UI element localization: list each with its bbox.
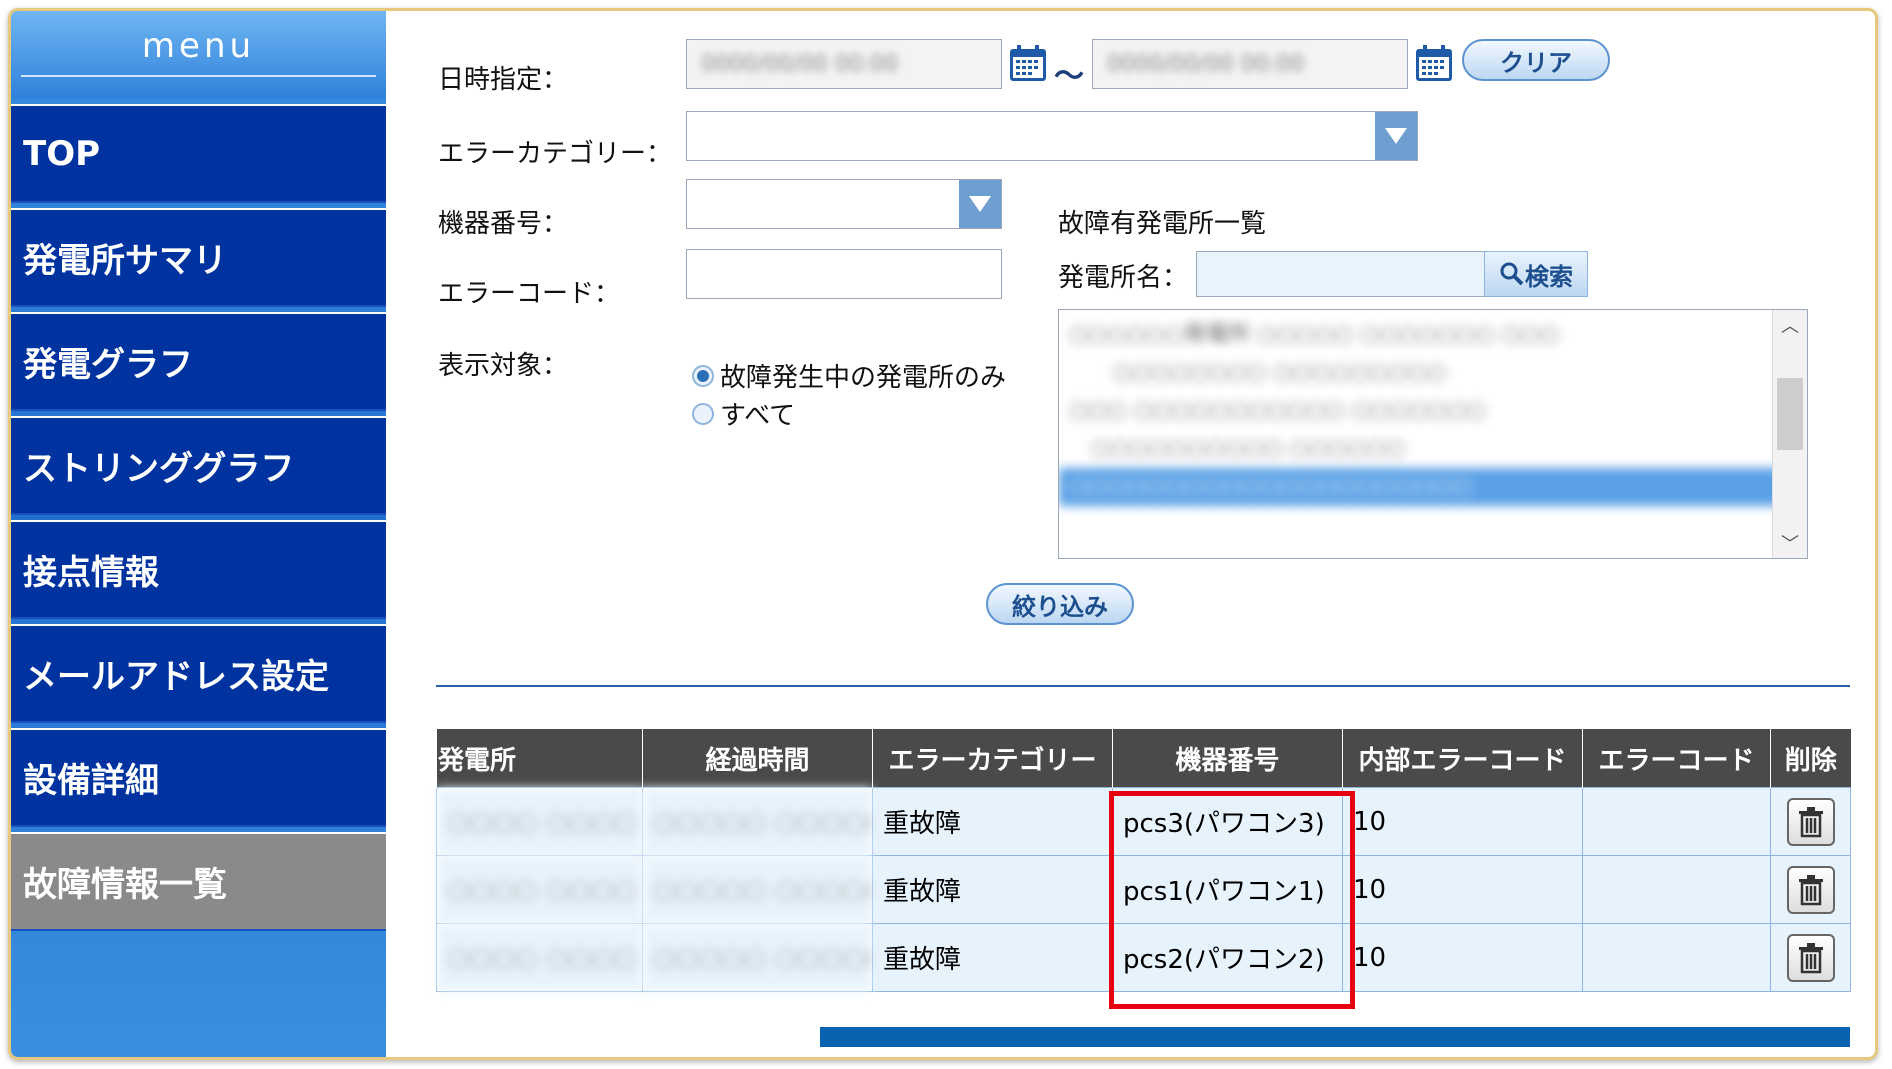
display-target-label: 表示対象： xyxy=(438,351,569,381)
calendar-icon[interactable] xyxy=(1414,43,1454,83)
error-code-label: エラーコード： xyxy=(438,279,621,309)
chevron-down-icon[interactable]: ﹀ xyxy=(1773,528,1807,558)
list-item[interactable]: ○○○ ○○○○○○○○○○○ ○○○○○○○ xyxy=(1059,392,1807,430)
col-header-internal-code: 内部エラーコード xyxy=(1342,729,1583,788)
radio-all[interactable]: すべて xyxy=(692,395,795,432)
search-label: 検索 xyxy=(1525,262,1573,291)
col-header-delete: 削除 xyxy=(1770,729,1851,788)
list-item[interactable]: ○○○○○○○○○○ ○○○○○○ xyxy=(1059,430,1807,468)
date-from-input[interactable]: 0000/00/00 00:00 xyxy=(686,39,1002,89)
sidebar-item-top[interactable]: TOP xyxy=(11,104,386,203)
trash-icon[interactable] xyxy=(1786,933,1835,982)
narrow-button[interactable]: 絞り込み xyxy=(986,583,1134,625)
internal-code-cell: 10 xyxy=(1342,855,1583,924)
scrollbar-thumb[interactable] xyxy=(1777,378,1803,450)
category-cell: 重故障 xyxy=(872,855,1113,924)
sidebar-item-string-graph[interactable]: ストリンググラフ xyxy=(11,416,386,515)
category-select[interactable] xyxy=(686,111,1418,161)
radio-label: 故障発生中の発電所のみ xyxy=(720,363,1007,393)
calendar-icon[interactable] xyxy=(1008,43,1048,83)
chevron-down-icon xyxy=(1375,112,1417,160)
fault-plant-list-label: 故障有発電所一覧 xyxy=(1058,209,1267,239)
search-icon xyxy=(1500,262,1524,286)
delete-cell xyxy=(1770,855,1851,924)
radio-label: すべて xyxy=(720,401,796,431)
category-cell: 重故障 xyxy=(872,923,1113,992)
date-to-input[interactable]: 0000/00/00 00:00 xyxy=(1092,39,1408,89)
list-item[interactable]: ○○○○○○○○ ○○○○○○○○○ xyxy=(1059,354,1807,392)
horizontal-scrollbar[interactable] xyxy=(820,1027,1850,1047)
sidebar-item-generation-graph[interactable]: 発電グラフ xyxy=(11,312,386,411)
search-button[interactable]: 検索 xyxy=(1484,251,1588,297)
error-code-cell xyxy=(1582,855,1771,924)
elapsed-cell: ○○○○○ ○○○○○ xyxy=(642,855,873,924)
plant-cell: ○○○○ ○○○○ xyxy=(436,923,643,992)
radio-faulty-only[interactable]: 故障発生中の発電所のみ xyxy=(692,357,1006,394)
listbox-scrollbar[interactable]: ︿ ﹀ xyxy=(1772,310,1807,558)
main-content: 日時指定： 0000/00/00 00:00 ～ 0000/00/00 00:0… xyxy=(386,11,1875,1057)
list-item[interactable]: ○○○○○○発電所 ○○○○○ ○○○○○○○ ○○○ xyxy=(1059,316,1807,354)
menu-header: menu xyxy=(11,11,386,99)
error-code-cell xyxy=(1582,787,1771,856)
elapsed-cell: ○○○○○ ○○○○○ xyxy=(642,787,873,856)
col-header-plant: 発電所 xyxy=(436,729,643,788)
radio-dot[interactable] xyxy=(692,402,714,425)
date-separator: ～ xyxy=(1054,59,1084,94)
col-header-device: 機器番号 xyxy=(1112,729,1343,788)
list-item-selected[interactable]: ○○○○○○○○○○○○○○○○○○○○○ xyxy=(1059,468,1807,506)
device-label: 機器番号： xyxy=(438,209,569,239)
internal-code-cell: 10 xyxy=(1342,787,1583,856)
device-column-highlight xyxy=(1109,791,1355,1009)
col-header-elapsed: 経過時間 xyxy=(642,729,873,788)
radio-dot[interactable] xyxy=(692,364,714,387)
plant-name-label: 発電所名： xyxy=(1058,263,1189,293)
nav-list: TOP 発電所サマリ 発電グラフ ストリンググラフ 接点情報 メールアドレス設定… xyxy=(11,104,386,931)
delete-cell xyxy=(1770,923,1851,992)
category-label: エラーカテゴリー： xyxy=(438,139,673,169)
plant-cell: ○○○○ ○○○○ xyxy=(436,787,643,856)
sidebar: menu TOP 発電所サマリ 発電グラフ ストリンググラフ 接点情報 メールア… xyxy=(11,11,386,1057)
delete-cell xyxy=(1770,787,1851,856)
col-header-error-code: エラーコード xyxy=(1582,729,1771,788)
divider xyxy=(436,685,1850,687)
device-select[interactable] xyxy=(686,179,1002,229)
chevron-up-icon[interactable]: ︿ xyxy=(1773,310,1807,340)
error-code-cell xyxy=(1582,923,1771,992)
chevron-down-icon xyxy=(959,180,1001,228)
category-cell: 重故障 xyxy=(872,787,1113,856)
clear-button[interactable]: クリア xyxy=(1462,39,1610,81)
internal-code-cell: 10 xyxy=(1342,923,1583,992)
sidebar-item-plant-summary[interactable]: 発電所サマリ xyxy=(11,208,386,307)
trash-icon[interactable] xyxy=(1786,797,1835,846)
date-label: 日時指定： xyxy=(438,65,569,95)
plant-cell: ○○○○ ○○○○ xyxy=(436,855,643,924)
col-header-category: エラーカテゴリー xyxy=(872,729,1113,788)
app-frame: menu TOP 発電所サマリ 発電グラフ ストリンググラフ 接点情報 メールア… xyxy=(8,8,1878,1060)
trash-icon[interactable] xyxy=(1786,865,1835,914)
plant-name-input[interactable] xyxy=(1196,251,1486,297)
sidebar-item-contact-info[interactable]: 接点情報 xyxy=(11,520,386,619)
table-header-row: 発電所 経過時間 エラーカテゴリー 機器番号 内部エラーコード エラーコード 削… xyxy=(436,729,1851,788)
fault-plant-listbox[interactable]: ○○○○○○発電所 ○○○○○ ○○○○○○○ ○○○ ○○○○○○○○ ○○○… xyxy=(1058,309,1808,559)
error-code-input[interactable] xyxy=(686,249,1002,299)
sidebar-item-email-settings[interactable]: メールアドレス設定 xyxy=(11,624,386,723)
sidebar-item-fault-list[interactable]: 故障情報一覧 xyxy=(11,832,386,931)
sidebar-item-equipment-details[interactable]: 設備詳細 xyxy=(11,728,386,827)
elapsed-cell: ○○○○○ ○○○○○ xyxy=(642,923,873,992)
